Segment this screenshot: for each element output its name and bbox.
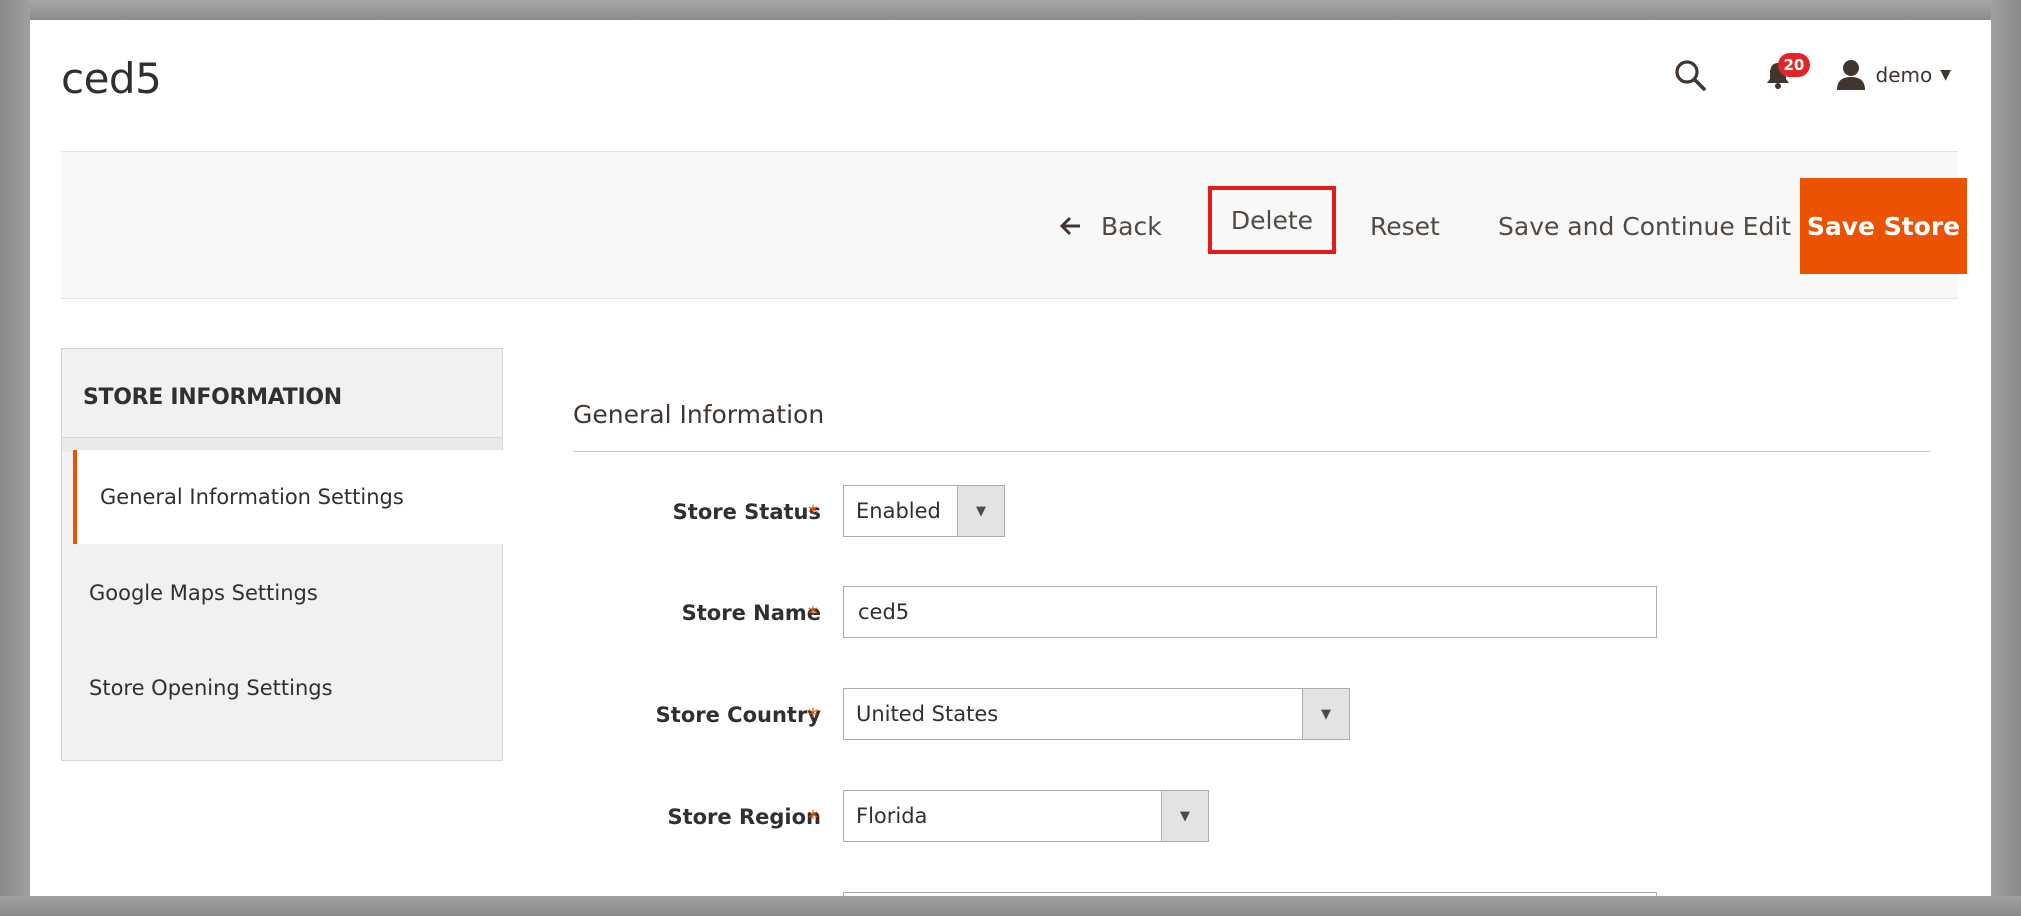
delete-button[interactable]: Delete [1208,186,1336,254]
store-region-select[interactable]: Florida ▼ [843,790,1209,842]
admin-page: ced5 20 demo ▼ Back Delete Reset Save an… [30,20,1991,896]
arrow-left-icon [1059,216,1081,236]
user-icon [1836,60,1865,90]
store-country-select[interactable]: United States ▼ [843,688,1350,740]
sidebar-item-store-opening[interactable]: Store Opening Settings [62,641,502,735]
sidebar-item-google-maps[interactable]: Google Maps Settings [62,546,502,640]
required-asterisk: * [808,704,818,728]
frame-shadow [0,896,2021,916]
save-and-continue-button[interactable]: Save and Continue Edit [1498,194,1791,258]
page-actions-toolbar: Back Delete Reset Save and Continue Edit… [61,151,1967,299]
store-name-label: Store Name [681,601,821,625]
frame-shadow [1991,0,2021,916]
search-icon [1674,60,1706,91]
store-name-input[interactable] [843,586,1657,638]
reset-button[interactable]: Reset [1370,194,1440,258]
store-country-label: Store Country [655,703,821,727]
frame-shadow [0,0,30,916]
triangle-down-icon: ▼ [957,486,1004,536]
frame-shadow [0,0,2021,20]
page-title: ced5 [61,54,162,103]
store-country-value: United States [856,702,999,726]
notification-count-badge: 20 [1777,53,1811,77]
required-asterisk: * [808,806,818,830]
store-status-select[interactable]: Enabled ▼ [843,485,1005,537]
sidebar-item-general-information[interactable]: General Information Settings [73,450,503,544]
triangle-down-icon: ▼ [1302,689,1349,739]
user-name: demo [1875,63,1933,87]
required-asterisk: * [808,602,818,626]
section-title: General Information [573,400,825,429]
triangle-down-icon: ▼ [1161,791,1208,841]
user-account-menu[interactable]: demo ▼ [1836,59,1951,91]
search-button[interactable] [1670,55,1710,95]
caret-down-icon: ▼ [1940,67,1951,83]
header-actions: 20 demo ▼ [1670,50,1951,100]
back-label: Back [1101,211,1162,241]
store-status-value: Enabled [856,499,941,523]
store-region-label: Store Region [667,805,821,829]
section-divider [573,451,1930,452]
store-status-label: Store Status [672,500,821,524]
notifications-button[interactable]: 20 [1758,53,1811,95]
store-information-sidebar: STORE INFORMATION General Information Se… [61,348,503,761]
save-store-button[interactable]: Save Store [1800,178,1967,274]
next-field-input[interactable] [843,892,1657,896]
screenshot-frame: ced5 20 demo ▼ Back Delete Reset Save an… [0,0,2021,916]
back-button[interactable]: Back [1059,194,1162,258]
store-region-value: Florida [856,804,928,828]
sidebar-title: STORE INFORMATION [83,385,342,410]
required-asterisk: * [808,501,818,525]
